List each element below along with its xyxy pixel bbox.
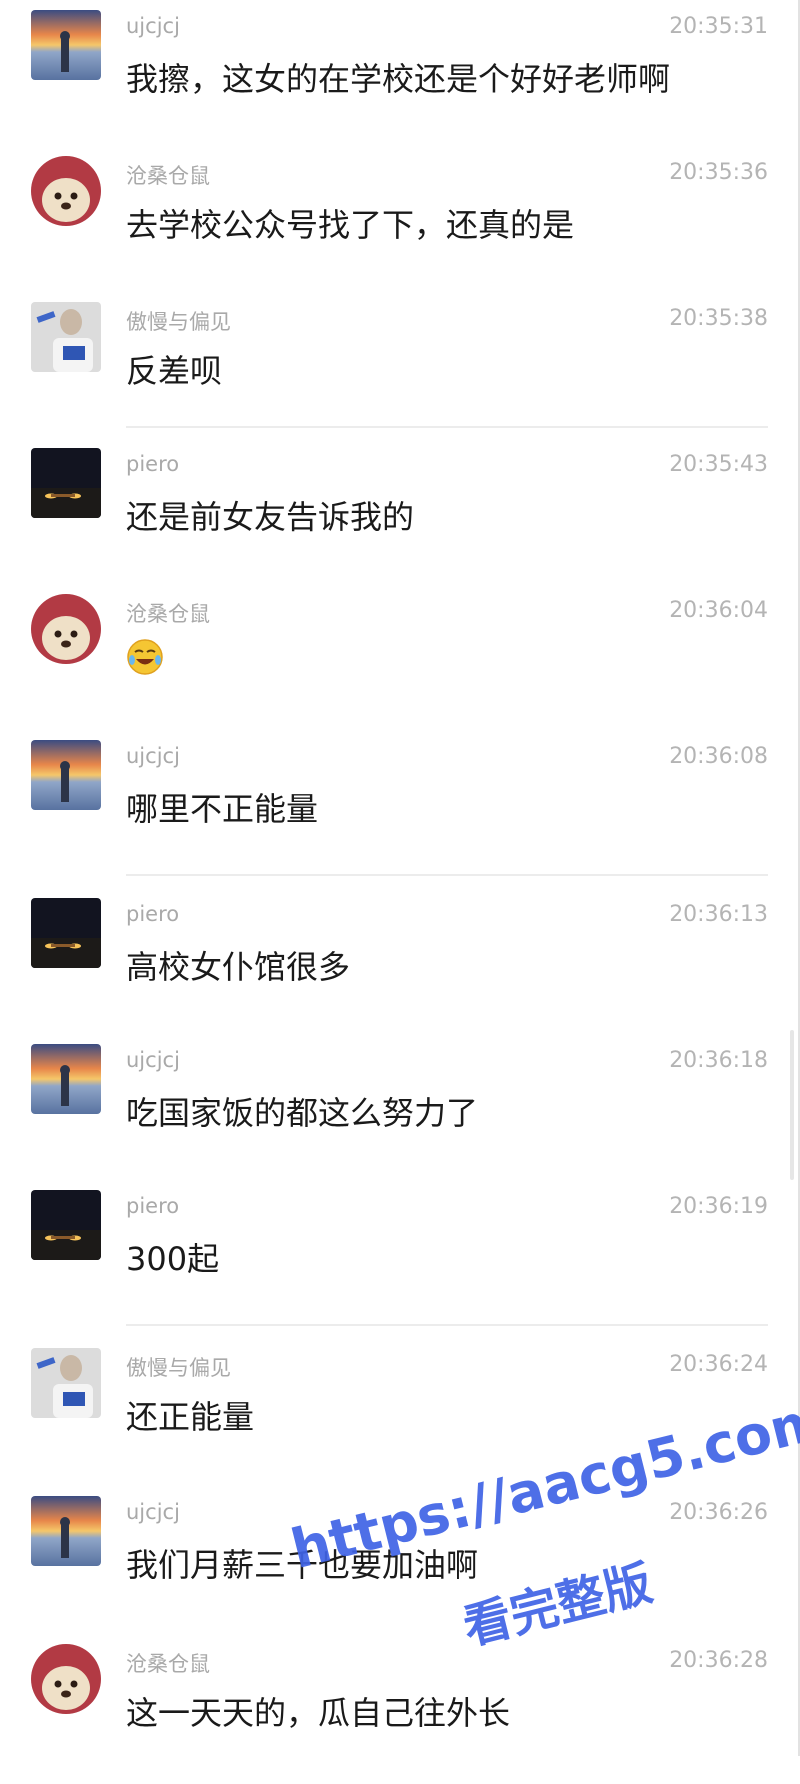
avatar[interactable] [31, 740, 101, 810]
dog-avatar [31, 156, 101, 226]
username: piero [126, 1194, 180, 1218]
dog-avatar [31, 594, 101, 664]
avatar[interactable] [31, 898, 101, 968]
divider [126, 874, 768, 876]
timestamp: 20:36:13 [669, 902, 768, 927]
night-car-avatar [31, 448, 101, 518]
chat-message[interactable]: 傲慢与偏见 20:35:38 反差呗 [0, 292, 800, 442]
message-text: 高校女仆馆很多 [126, 948, 351, 986]
sunset-avatar [31, 740, 101, 810]
username: 沧桑仓鼠 [126, 602, 210, 626]
username: ujcjcj [126, 14, 180, 38]
man-photo-avatar [31, 1348, 101, 1418]
username: piero [126, 902, 180, 926]
message-text: 这一天天的，瓜自己往外长 [126, 1694, 511, 1732]
timestamp: 20:36:18 [669, 1048, 768, 1073]
avatar[interactable] [31, 448, 101, 518]
username: ujcjcj [126, 1500, 180, 1524]
username: 傲慢与偏见 [126, 1356, 231, 1380]
message-text: 300起 [126, 1240, 220, 1278]
chat-message[interactable]: ujcjcj 20:36:08 哪里不正能量 [0, 730, 800, 880]
message-text: 去学校公众号找了下，还真的是 [126, 206, 575, 244]
chat-message[interactable]: 傲慢与偏见 20:36:24 还正能量 [0, 1338, 800, 1488]
avatar[interactable] [31, 156, 101, 226]
timestamp: 20:35:43 [669, 452, 768, 477]
username: 傲慢与偏见 [126, 310, 231, 334]
message-text: 哪里不正能量 [126, 790, 319, 828]
message-text: 我擦，这女的在学校还是个好好老师啊 [126, 60, 671, 98]
chat-message[interactable]: ujcjcj 20:35:31 我擦，这女的在学校还是个好好老师啊 [0, 0, 800, 150]
timestamp: 20:35:31 [669, 14, 768, 39]
divider [126, 1324, 768, 1326]
avatar[interactable] [31, 10, 101, 80]
username: piero [126, 452, 180, 476]
avatar[interactable] [31, 1044, 101, 1114]
sunset-avatar [31, 10, 101, 80]
chat-message[interactable]: 沧桑仓鼠 20:36:04 [0, 584, 800, 734]
divider [126, 426, 768, 428]
timestamp: 20:36:26 [669, 1500, 768, 1525]
chat-message[interactable]: piero 20:36:19 300起 [0, 1180, 800, 1330]
timestamp: 20:36:19 [669, 1194, 768, 1219]
chat-message[interactable]: ujcjcj 20:36:18 吃国家饭的都这么努力了 [0, 1034, 800, 1184]
timestamp: 20:36:04 [669, 598, 768, 623]
timestamp: 20:36:24 [669, 1352, 768, 1377]
avatar[interactable] [31, 302, 101, 372]
avatar[interactable] [31, 594, 101, 664]
timestamp: 20:35:38 [669, 306, 768, 331]
sunset-avatar [31, 1044, 101, 1114]
message-text: 我们月薪三千也要加油啊 [126, 1546, 479, 1584]
chat-message[interactable]: ujcjcj 20:36:26 我们月薪三千也要加油啊 [0, 1486, 800, 1636]
timestamp: 20:36:28 [669, 1648, 768, 1673]
username: 沧桑仓鼠 [126, 1652, 210, 1676]
chat-message[interactable]: piero 20:36:13 高校女仆馆很多 [0, 888, 800, 1038]
message-text: 反差呗 [126, 352, 223, 390]
laughing-crying-emoji-icon [126, 638, 164, 676]
message-text: 吃国家饭的都这么努力了 [126, 1094, 479, 1132]
dog-avatar [31, 1644, 101, 1714]
username: ujcjcj [126, 1048, 180, 1072]
avatar[interactable] [31, 1644, 101, 1714]
chat-message[interactable]: piero 20:35:43 还是前女友告诉我的 [0, 438, 800, 588]
message-text: 还是前女友告诉我的 [126, 498, 415, 536]
sunset-avatar [31, 1496, 101, 1566]
night-car-avatar [31, 1190, 101, 1260]
timestamp: 20:35:36 [669, 160, 768, 185]
chat-message[interactable]: 沧桑仓鼠 20:36:28 这一天天的，瓜自己往外长 [0, 1634, 800, 1784]
username: 沧桑仓鼠 [126, 164, 210, 188]
avatar[interactable] [31, 1348, 101, 1418]
message-text: 还正能量 [126, 1398, 255, 1436]
avatar[interactable] [31, 1496, 101, 1566]
avatar[interactable] [31, 1190, 101, 1260]
timestamp: 20:36:08 [669, 744, 768, 769]
man-photo-avatar [31, 302, 101, 372]
night-car-avatar [31, 898, 101, 968]
chat-message[interactable]: 沧桑仓鼠 20:35:36 去学校公众号找了下，还真的是 [0, 146, 800, 296]
username: ujcjcj [126, 744, 180, 768]
